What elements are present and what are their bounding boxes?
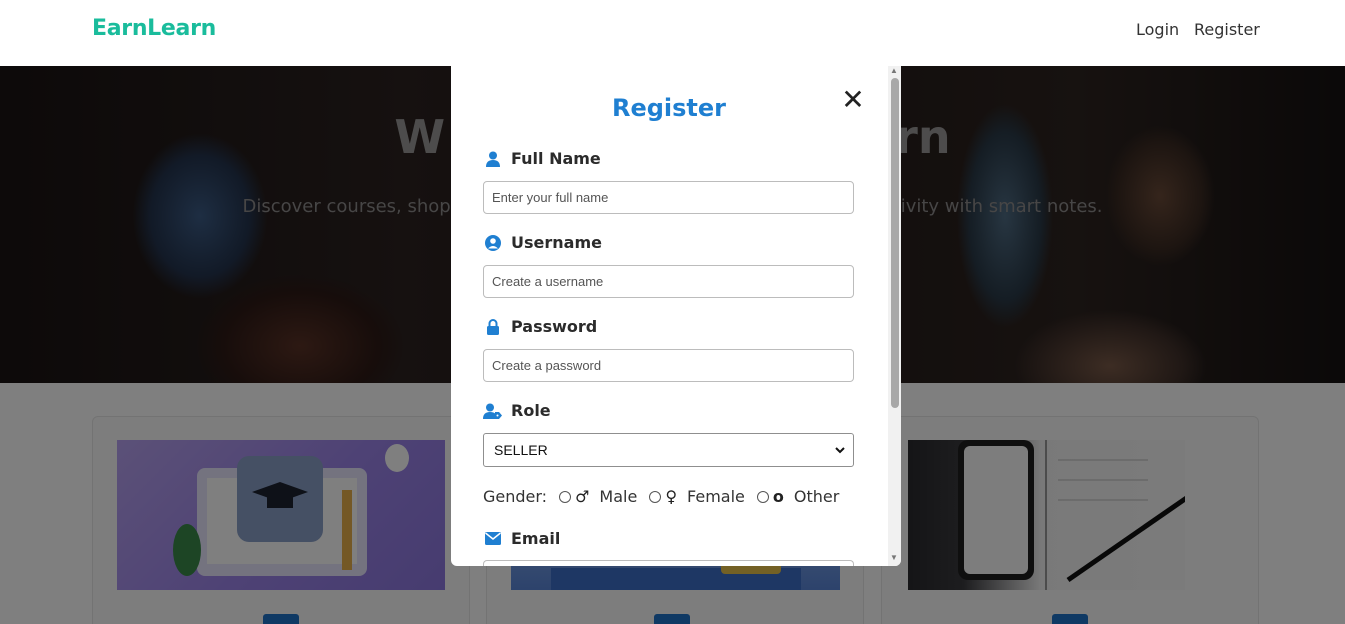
role-selected-value: SELLER [494, 442, 548, 458]
password-label-text: Password [511, 317, 598, 336]
role-label: Role [483, 401, 551, 420]
user-tag-icon [483, 402, 503, 420]
full-name-label-text: Full Name [511, 149, 601, 168]
brand-logo[interactable]: EarnLearn [92, 16, 216, 41]
top-navbar: EarnLearn Login Register [0, 0, 1345, 66]
male-symbol-icon: ♂ [575, 487, 590, 506]
lock-icon [483, 318, 503, 336]
other-symbol-icon: o [772, 487, 784, 506]
envelope-icon [483, 530, 503, 548]
email-label-text: Email [511, 529, 561, 548]
radio-female[interactable] [649, 490, 662, 503]
username-label: Username [483, 233, 602, 252]
gender-other-label: Other [793, 487, 840, 506]
gender-female-label: Female [687, 487, 745, 506]
gender-option-female[interactable]: ♀ Female [649, 487, 745, 506]
nav-register-link[interactable]: Register [1194, 20, 1260, 39]
full-name-label: Full Name [483, 149, 601, 168]
radio-other[interactable] [756, 490, 769, 503]
modal-scrollbar[interactable]: ▲ ▼ [888, 66, 901, 566]
gender-option-other[interactable]: o Other [756, 487, 840, 506]
scroll-down-arrow-icon[interactable]: ▼ [890, 553, 898, 562]
register-modal: Register ✕ Full Name Username Password R… [451, 66, 901, 566]
email-input[interactable] [483, 560, 854, 566]
user-circle-icon [483, 234, 503, 252]
password-label: Password [483, 317, 597, 336]
scrollbar-thumb[interactable] [891, 78, 899, 408]
user-icon [483, 150, 503, 168]
close-icon[interactable]: ✕ [839, 86, 867, 114]
female-symbol-icon: ♀ [665, 487, 678, 506]
username-label-text: Username [511, 233, 602, 252]
full-name-input[interactable] [483, 181, 854, 214]
password-input[interactable] [483, 349, 854, 382]
username-input[interactable] [483, 265, 854, 298]
radio-male[interactable] [559, 490, 572, 503]
gender-label: Gender: [483, 487, 548, 506]
email-label: Email [483, 529, 560, 548]
scroll-up-arrow-icon[interactable]: ▲ [890, 66, 898, 75]
role-select[interactable]: SELLER [483, 433, 854, 467]
role-label-text: Role [511, 401, 551, 420]
chevron-down-icon [835, 443, 845, 460]
nav-login-link[interactable]: Login [1136, 20, 1179, 39]
gender-option-male[interactable]: ♂ Male [559, 487, 637, 506]
gender-male-label: Male [599, 487, 638, 506]
gender-radio-group: Gender: ♂ Male ♀ Female o Other [483, 487, 851, 506]
modal-title: Register [611, 94, 727, 122]
